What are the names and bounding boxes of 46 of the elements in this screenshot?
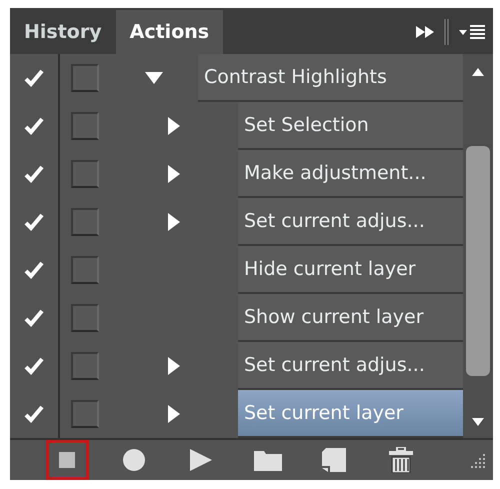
scroll-down-icon — [472, 418, 484, 426]
action-row[interactable]: Show current layer — [238, 294, 463, 342]
play-icon — [190, 449, 212, 471]
action-row[interactable]: Hide current layer — [238, 246, 463, 294]
disclosure-triangle-icon[interactable] — [168, 165, 180, 183]
action-row[interactable]: Set Selection — [238, 102, 463, 150]
scrollbar[interactable] — [463, 54, 493, 438]
dialog-toggle[interactable] — [71, 64, 99, 92]
trash-icon — [388, 447, 413, 473]
disclosure-triangle-icon[interactable] — [168, 405, 180, 423]
collapse-icon[interactable] — [416, 26, 434, 38]
record-icon — [123, 449, 146, 471]
folder-icon — [254, 449, 282, 471]
disclosure-triangle-icon[interactable] — [145, 72, 163, 84]
dialog-toggle[interactable] — [71, 208, 99, 236]
disclosure-triangle-icon[interactable] — [168, 213, 180, 231]
scroll-up-icon — [472, 68, 484, 76]
checkmark-icon[interactable] — [24, 165, 44, 183]
dialog-toggle[interactable] — [71, 304, 99, 332]
action-row[interactable]: Contrast Highlights — [198, 54, 463, 102]
checkmark-icon[interactable] — [24, 213, 44, 231]
stop-icon — [59, 452, 76, 468]
dialog-toggle[interactable] — [71, 352, 99, 380]
dialog-toggle[interactable] — [71, 256, 99, 284]
action-row[interactable]: Set current layer — [238, 390, 463, 438]
dialog-toggle[interactable] — [71, 160, 99, 188]
dialog-toggle[interactable] — [71, 400, 99, 428]
panel-menu-icon[interactable] — [459, 24, 485, 40]
dialog-toggle[interactable] — [71, 112, 99, 140]
panel-tab[interactable]: History — [10, 10, 116, 54]
checkmark-icon[interactable] — [24, 117, 44, 135]
action-row[interactable]: Set current adjus... — [238, 342, 463, 390]
checkmark-icon[interactable] — [24, 69, 44, 87]
checkmark-icon[interactable] — [24, 309, 44, 327]
checkmark-icon[interactable] — [24, 405, 44, 423]
action-row[interactable]: Set current adjus... — [238, 198, 463, 246]
checkmark-icon[interactable] — [24, 357, 44, 375]
disclosure-triangle-icon[interactable] — [168, 357, 180, 375]
resize-grip-icon[interactable] — [470, 452, 485, 468]
disclosure-triangle-icon[interactable] — [168, 117, 180, 135]
stop-button[interactable] — [46, 440, 89, 480]
new-item-icon — [322, 448, 346, 472]
panel-tab[interactable]: Actions — [116, 10, 224, 54]
checkmark-icon[interactable] — [24, 261, 44, 279]
divider-icon — [444, 19, 449, 45]
action-row[interactable]: Make adjustment... — [238, 150, 463, 198]
